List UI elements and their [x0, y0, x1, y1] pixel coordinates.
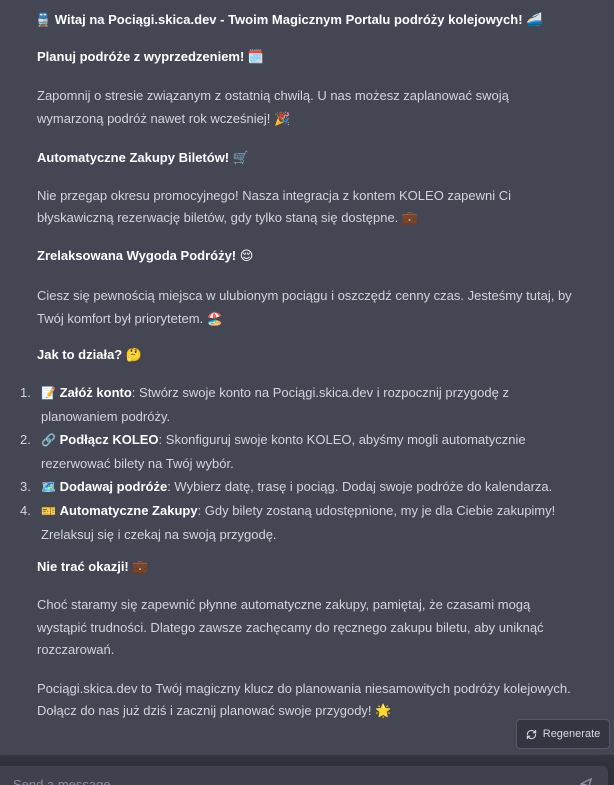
step-text-continued: planowaniem podróży. [41, 409, 171, 424]
list-item: 1. 📝 Załóż konto: Stwórz swoje konto na … [20, 381, 555, 428]
send-icon[interactable] [579, 777, 593, 785]
memo-icon: 📝 [41, 386, 56, 400]
message-composer [0, 765, 609, 785]
step-title: Załóż konto [59, 385, 132, 400]
step-title: Dodawaj podróże [59, 479, 168, 494]
closing-para2-line-1: Pociągi.skica.dev to Twój magiczny klucz… [37, 681, 571, 696]
section-relax-line-1: Ciesz się pewnością miejsca w ulubionym … [37, 288, 572, 303]
list-item: 3. 🗺️ Dodawaj podróże: Wybierz datę, tra… [20, 475, 555, 499]
regenerate-label: Regenerate [542, 728, 601, 740]
steps-list: 1. 📝 Załóż konto: Stwórz swoje konto na … [20, 381, 556, 546]
chat-page: 🚆 Witaj na Pociągi.skica.dev - Twoim Mag… [0, 0, 614, 785]
section-heading-relax: Zrelaksowana Wygoda Podróży! 😌 [37, 248, 254, 263]
ticket-icon: 🎫 [41, 504, 56, 518]
step-text: : Stwórz swoje konto na Pociągi.skica.de… [131, 385, 509, 400]
section-heading-how: Jak to działa? 🤔 [37, 347, 143, 362]
step-number: 2. [20, 432, 31, 447]
message-input[interactable] [11, 775, 555, 785]
step-number: 4. [20, 503, 31, 518]
section-relax-line-2: Twój komfort był priorytetem. 🏖️ [37, 311, 223, 326]
map-icon: 🗺️ [41, 480, 56, 494]
step-text-continued: rezerwować bilety na Twój wybór. [41, 456, 234, 471]
step-title: Podłącz KOLEO [59, 432, 159, 447]
step-text: : Skonfiguruj swoje konto KOLEO, abyśmy … [158, 432, 526, 447]
step-number: 1. [20, 385, 31, 400]
closing-heading: Nie trać okazji! 💼 [37, 559, 149, 574]
closing-para2-line-2: Dołącz do nas już dziś i zacznij planowa… [37, 703, 392, 718]
step-text: : Wybierz datę, trasę i pociąg. Dodaj sw… [167, 479, 553, 494]
section-heading-auto-tickets: Automatyczne Zakupy Biletów! 🛒 [37, 150, 249, 165]
section-plan-line-1: Zapomnij o stresie związanym z ostatnią … [37, 88, 509, 103]
regenerate-button[interactable]: Regenerate [516, 719, 610, 749]
closing-para1-line-1: Choć staramy się zapewnić płynne automat… [37, 597, 531, 612]
step-title: Automatyczne Zakupy [59, 503, 198, 518]
refresh-icon [526, 729, 536, 739]
section-auto-line-2: błyskawiczną rezerwację biletów, gdy tyl… [37, 210, 419, 225]
step-text-continued: Zrelaksuj się i czekaj na swoją przygodę… [41, 527, 277, 542]
step-text: : Gdy bilety zostaną udostępnione, my je… [197, 503, 556, 518]
step-number: 3. [20, 479, 31, 494]
link-icon: 🔗 [41, 433, 56, 447]
message-title: 🚆 Witaj na Pociągi.skica.dev - Twoim Mag… [35, 12, 543, 27]
section-plan-line-2: wymarzoną podróż nawet rok wcześniej! 🎉 [37, 111, 291, 126]
section-auto-line-1: Nie przegap okresu promocyjnego! Nasza i… [37, 188, 512, 203]
closing-para1-line-3: rozczarowań. [37, 642, 115, 657]
closing-para1-line-2: wystąpić trudności. Dlatego zawsze zachę… [37, 620, 544, 635]
list-item: 2. 🔗 Podłącz KOLEO: Skonfiguruj swoje ko… [20, 428, 555, 475]
section-heading-plan: Planuj podróże z wyprzedzeniem! 🗓️ [37, 49, 265, 64]
list-item: 4. 🎫 Automatyczne Zakupy: Gdy bilety zos… [20, 499, 556, 546]
